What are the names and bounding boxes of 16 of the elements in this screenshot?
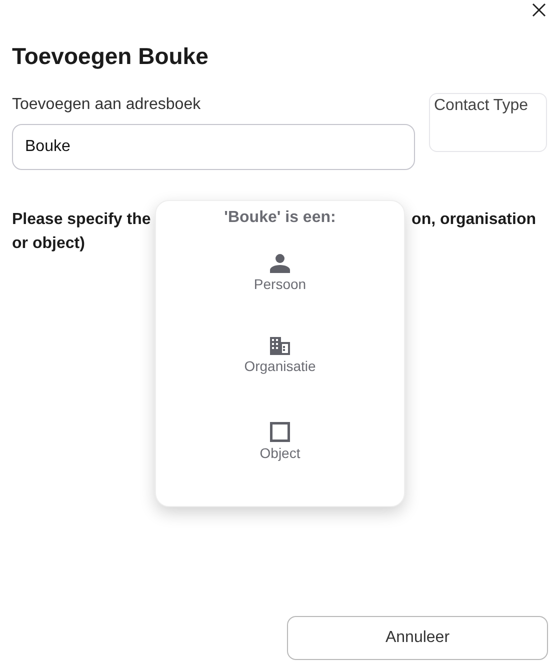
- menu-heading: 'Bouke' is een:: [224, 209, 336, 227]
- menu-option[interactable]: Persoon: [254, 253, 306, 338]
- building-icon: [270, 337, 290, 356]
- contact-type-field[interactable]: Contact Type: [429, 93, 547, 152]
- close-icon[interactable]: [532, 3, 546, 17]
- person-icon: [270, 253, 290, 273]
- name-input-field[interactable]: Bouke: [12, 124, 415, 170]
- dialog-title: Toevoegen Bouke: [12, 43, 210, 71]
- field-label: Toevoegen aan adresboek: [12, 96, 202, 115]
- cancel-button[interactable]: Annuleer: [287, 616, 548, 660]
- instruction-text: Please specify the: [12, 210, 151, 230]
- instruction-text: on, organisation: [412, 210, 536, 230]
- menu-option[interactable]: Organisatie: [244, 337, 316, 422]
- square-icon: [270, 422, 290, 442]
- instruction-text: or object): [12, 234, 85, 254]
- menu-option[interactable]: Object: [260, 422, 300, 506]
